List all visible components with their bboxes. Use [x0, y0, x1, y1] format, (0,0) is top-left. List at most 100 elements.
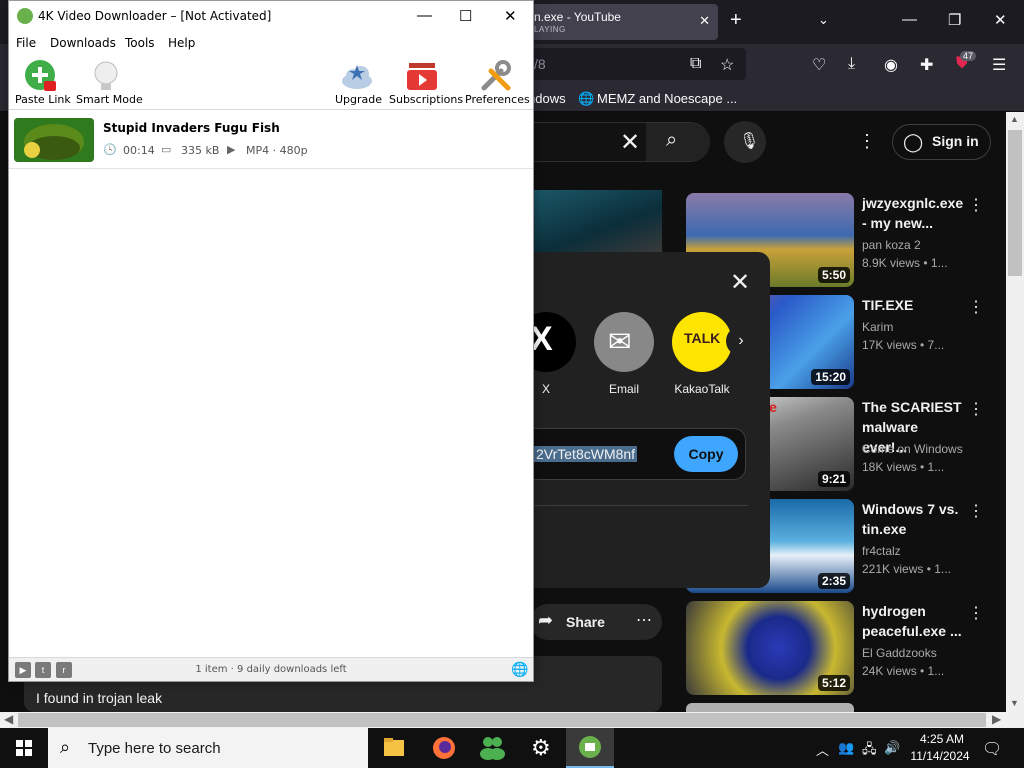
share-link-text[interactable]: 2VrTet8cWM8nf [534, 446, 638, 462]
video-format-icon: ▶ [227, 144, 236, 156]
network-icon[interactable]: 🖧 [862, 740, 877, 762]
start-button[interactable] [0, 728, 48, 768]
minimize-icon[interactable]: — [902, 11, 917, 28]
scroll-up-arrow-icon[interactable]: ▲ [1010, 114, 1019, 124]
vertical-scroll-thumb[interactable] [1008, 130, 1022, 276]
video-thumbnail[interactable] [686, 703, 854, 712]
channel-name[interactable]: El Gaddzooks [862, 646, 937, 660]
scroll-down-arrow-icon[interactable]: ▼ [1010, 698, 1019, 708]
video-title[interactable]: jwzyexgnlc.exe - my new... [862, 193, 966, 233]
restore-icon[interactable]: ❐ [948, 11, 961, 29]
globe-icon: 🌐 [578, 91, 595, 106]
maximize-icon[interactable]: ☐ [459, 7, 472, 25]
next-arrow-icon[interactable]: › [726, 326, 756, 356]
clock-date[interactable]: 11/14/2024 [904, 749, 976, 763]
channel-name[interactable]: pan koza 2 [862, 238, 921, 252]
share-target-label: KakaoTalk [674, 382, 730, 396]
minimize-icon[interactable]: — [417, 7, 432, 24]
4k-downloader-taskbar-button[interactable] [566, 728, 614, 768]
clear-search-icon[interactable]: ✕ [620, 128, 640, 157]
menu-downloads[interactable]: Downloads [50, 36, 116, 50]
video-stats: 18K views • 1... [862, 460, 945, 474]
smart-mode-button[interactable]: Smart Mode [75, 54, 143, 110]
tab-playing-label: LAYING [534, 25, 566, 34]
voice-search-button[interactable]: 🎙 [724, 121, 766, 163]
channel-name[interactable]: Karim [862, 320, 893, 334]
video-title[interactable]: hydrogen peaceful.exe ... [862, 601, 966, 641]
globe-icon[interactable]: 🌐 [511, 661, 528, 678]
windows-taskbar: ⌕ Type here to search ⚙ ︿ 👥 🖧 🔊 4:25 AM … [0, 728, 1024, 768]
horizontal-scroll-thumb[interactable] [18, 713, 986, 727]
more-options-button[interactable]: ⋯ [626, 604, 662, 640]
bookmark-item[interactable]: MEMZ and Noescape ... [597, 91, 737, 106]
more-actions-icon[interactable]: ⋮ [968, 399, 984, 419]
url-text: /8 [534, 56, 546, 72]
more-actions-icon[interactable]: ⋮ [968, 195, 984, 215]
more-actions-icon[interactable]: ⋮ [968, 603, 984, 623]
share-label: Share [566, 614, 605, 630]
video-title[interactable]: Windows 7 vs. tin.exe [862, 499, 966, 539]
upgrade-button[interactable]: Upgrade [333, 54, 382, 110]
tab-close-icon[interactable]: ✕ [699, 13, 710, 29]
video-stats: 8.9K views • 1... [862, 256, 948, 270]
show-hidden-icons-icon[interactable]: ︿ [816, 740, 829, 759]
channel-name[interactable]: fr4ctalz [862, 544, 901, 558]
video-thumbnail[interactable]: 5:12 [686, 601, 854, 695]
share-dialog [522, 252, 770, 588]
share-kakaotalk-button[interactable]: TALK [672, 312, 732, 372]
menu-tools[interactable]: Tools [125, 36, 155, 50]
app-titlebar[interactable]: 4K Video Downloader – [Not Activated] — … [9, 1, 533, 32]
bookmark-star-icon[interactable]: ☆ [720, 55, 734, 75]
picture-in-picture-icon[interactable]: ⧉ [690, 55, 701, 73]
kakaotalk-icon: TALK [684, 330, 721, 346]
new-tab-icon[interactable]: + [730, 9, 742, 32]
related-video[interactable]: 5:12 hydrogen peaceful.exe ... El Gaddzo… [686, 601, 986, 697]
scroll-left-arrow-icon[interactable]: ◀ [4, 712, 13, 726]
scroll-right-arrow-icon[interactable]: ▶ [992, 712, 1001, 726]
paste-link-button[interactable]: Paste Link [13, 54, 71, 110]
menu-help[interactable]: Help [168, 36, 195, 50]
dialog-divider [534, 505, 748, 506]
settings-button[interactable]: ⚙ [518, 728, 566, 768]
duration-badge: 5:50 [817, 267, 850, 283]
pocket-icon[interactable]: ♡ [812, 55, 826, 75]
notification-center-icon[interactable]: 🗨 [982, 739, 1002, 759]
volume-icon[interactable]: 🔊 [884, 740, 900, 756]
hamburger-menu-icon[interactable]: ☰ [992, 55, 1006, 75]
video-stats: 221K views • 1... [862, 562, 951, 576]
comment-text: I found in trojan leak [36, 690, 163, 706]
extensions-icon[interactable]: ✚ [920, 55, 933, 75]
close-icon[interactable]: ✕ [504, 7, 517, 25]
tab-list-chevron-icon[interactable]: ⌄ [818, 12, 829, 28]
firefox-button[interactable] [420, 728, 468, 768]
download-item[interactable]: Stupid Invaders Fugu Fish 🕓 00:14 ▭ 335 … [9, 111, 533, 169]
share-target-label: X [541, 382, 550, 396]
more-actions-icon[interactable]: ⋮ [968, 501, 984, 521]
account-icon[interactable]: ◉ [884, 55, 898, 75]
file-explorer-button[interactable] [370, 728, 418, 768]
smart-mode-label: Smart Mode [76, 93, 143, 106]
browser-tab[interactable]: n.exe - YouTube LAYING ✕ [522, 4, 718, 40]
copy-button[interactable]: Copy [674, 436, 738, 472]
preferences-button[interactable]: Preferences [465, 54, 530, 110]
share-email-button[interactable]: ✉ [594, 312, 654, 372]
video-title[interactable]: TIF.EXE [862, 295, 966, 315]
close-window-icon[interactable]: ✕ [994, 11, 1007, 29]
subscriptions-button[interactable]: Subscriptions [389, 54, 463, 110]
more-actions-icon[interactable]: ⋮ [968, 297, 984, 317]
window-title: 4K Video Downloader – [Not Activated] [38, 9, 272, 23]
settings-dots-icon[interactable]: ⋮ [858, 131, 876, 152]
app-logo-icon [17, 8, 33, 24]
close-dialog-icon[interactable]: ✕ [730, 268, 750, 297]
downloads-icon[interactable]: ⤓ [848, 55, 855, 73]
people-tray-icon[interactable]: 👥 [838, 740, 854, 756]
tab-title: n.exe - YouTube [534, 10, 621, 24]
yt-search-button[interactable]: ⌕ [646, 123, 710, 161]
url-bar[interactable] [522, 48, 746, 80]
menu-file[interactable]: File [16, 36, 36, 50]
channel-name[interactable]: Come on Windows [862, 442, 963, 456]
clock-time[interactable]: 4:25 AM [912, 732, 972, 746]
people-app-button[interactable] [468, 728, 516, 768]
subscriptions-icon [407, 63, 437, 90]
paste-link-icon [25, 60, 56, 91]
